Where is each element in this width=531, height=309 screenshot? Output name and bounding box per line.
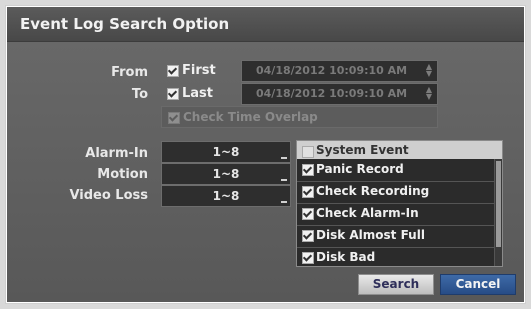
system-event-checkbox[interactable] bbox=[302, 146, 314, 158]
alarm-in-dropdown-icon bbox=[281, 157, 287, 159]
list-item-disk-almost-full[interactable]: Disk Almost Full bbox=[297, 225, 494, 248]
list-item-label: Panic Record bbox=[316, 162, 404, 176]
video-loss-field[interactable]: 1~8 bbox=[161, 185, 291, 207]
last-checkbox[interactable] bbox=[167, 88, 179, 100]
list-item-panic-record[interactable]: Panic Record bbox=[297, 159, 494, 182]
system-event-header[interactable]: System Event bbox=[297, 141, 502, 159]
system-event-header-label: System Event bbox=[316, 143, 409, 157]
alarm-in-label: Alarm-In bbox=[85, 146, 148, 161]
to-datetime-value: 04/18/2012 10:09:10 AM bbox=[256, 87, 408, 100]
dialog-titlebar: Event Log Search Option bbox=[7, 7, 524, 42]
last-checkbox-row[interactable]: Last bbox=[161, 83, 241, 105]
list-item-check-alarm-in[interactable]: Check Alarm-In bbox=[297, 203, 494, 226]
video-loss-dropdown-icon bbox=[281, 201, 287, 203]
list-item-disk-bad[interactable]: Disk Bad bbox=[297, 247, 494, 266]
list-item-label: Check Alarm-In bbox=[316, 206, 419, 220]
overlap-label: Check Time Overlap bbox=[183, 110, 318, 124]
list-item-label: Check Recording bbox=[316, 184, 430, 198]
event-log-search-dialog: Event Log Search Option From First 04/18… bbox=[5, 5, 526, 304]
overlap-checkbox-row[interactable]: Check Time Overlap bbox=[161, 106, 438, 128]
list-scrollbar[interactable] bbox=[494, 159, 502, 266]
last-label: Last bbox=[182, 86, 214, 101]
cancel-button[interactable]: Cancel bbox=[440, 274, 516, 295]
check-recording-checkbox[interactable] bbox=[302, 186, 314, 198]
panic-record-checkbox[interactable] bbox=[302, 164, 314, 176]
from-datetime-field[interactable]: 04/18/2012 10:09:10 AM ▲ ▼ bbox=[241, 60, 438, 82]
video-loss-value: 1~8 bbox=[212, 189, 240, 203]
motion-field[interactable]: 1~8 bbox=[161, 163, 291, 185]
list-item-label: Disk Almost Full bbox=[316, 228, 425, 242]
from-spinner-icon[interactable]: ▲ ▼ bbox=[426, 63, 432, 78]
motion-label: Motion bbox=[97, 167, 148, 182]
to-datetime-field[interactable]: 04/18/2012 10:09:10 AM ▲ ▼ bbox=[241, 83, 438, 105]
to-spinner-icon[interactable]: ▲ ▼ bbox=[426, 86, 432, 101]
first-checkbox-row[interactable]: First bbox=[161, 60, 241, 82]
system-event-list[interactable]: System Event Panic Record Check Recordin… bbox=[296, 140, 503, 267]
to-label: To bbox=[131, 87, 148, 102]
search-button[interactable]: Search bbox=[358, 274, 434, 295]
alarm-in-field[interactable]: 1~8 bbox=[161, 141, 291, 163]
dialog-title: Event Log Search Option bbox=[20, 15, 230, 33]
list-item-label: Disk Bad bbox=[316, 250, 376, 264]
disk-bad-checkbox[interactable] bbox=[302, 252, 314, 264]
motion-dropdown-icon bbox=[281, 179, 287, 181]
from-datetime-value: 04/18/2012 10:09:10 AM bbox=[256, 64, 408, 77]
scrollbar-thumb[interactable] bbox=[496, 161, 501, 247]
motion-value: 1~8 bbox=[212, 167, 240, 181]
check-alarm-in-checkbox[interactable] bbox=[302, 208, 314, 220]
disk-almost-full-checkbox[interactable] bbox=[302, 230, 314, 242]
overlap-checkbox[interactable] bbox=[168, 112, 180, 124]
from-label: From bbox=[111, 65, 148, 80]
alarm-in-value: 1~8 bbox=[212, 145, 240, 159]
first-checkbox[interactable] bbox=[167, 65, 179, 77]
list-item-check-recording[interactable]: Check Recording bbox=[297, 181, 494, 204]
first-label: First bbox=[182, 63, 216, 78]
video-loss-label: Video Loss bbox=[69, 188, 148, 203]
